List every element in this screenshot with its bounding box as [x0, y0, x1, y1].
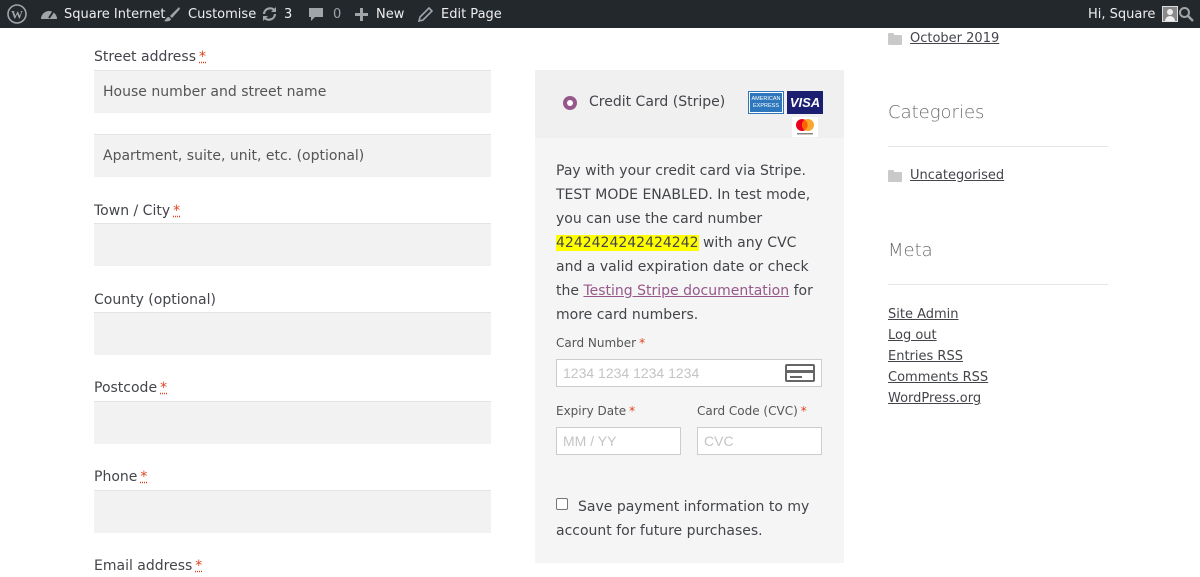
mastercard-icon	[792, 117, 818, 137]
brush-icon	[164, 7, 180, 22]
divider	[888, 284, 1108, 285]
new-label: New	[376, 6, 405, 22]
expiry-date-input[interactable]: MM / YY	[556, 427, 681, 455]
county-label: County (optional)	[94, 292, 216, 308]
visa-icon: VISA	[787, 91, 823, 114]
save-payment-label[interactable]: Save payment information to my account f…	[556, 495, 826, 543]
email-label: Email address *	[94, 558, 203, 574]
card-number-input[interactable]: 1234 1234 1234 1234	[556, 359, 822, 387]
expiry-date-label: Expiry Date *	[556, 404, 636, 418]
greeting-label: Hi, Square	[1088, 6, 1156, 22]
folder-icon	[888, 33, 902, 45]
county-input[interactable]	[94, 312, 491, 355]
pencil-icon	[418, 6, 433, 22]
edit-page-link[interactable]: Edit Page	[418, 0, 502, 28]
postcode-label: Postcode *	[94, 380, 168, 396]
phone-input[interactable]	[94, 490, 491, 533]
folder-icon	[888, 170, 902, 182]
updates-icon	[262, 7, 277, 21]
edit-page-label: Edit Page	[441, 6, 502, 22]
customise-label: Customise	[188, 6, 257, 22]
dashboard-icon	[41, 11, 57, 19]
meta-heading: Meta	[888, 240, 933, 261]
comment-icon	[309, 8, 323, 21]
card-number-label: Card Number *	[556, 336, 646, 350]
updates-link[interactable]: 3	[261, 0, 292, 28]
updates-count: 3	[284, 6, 293, 22]
test-card-number: 4242424242424242	[556, 235, 699, 251]
svg-text:W: W	[11, 8, 23, 22]
avatar	[1162, 6, 1179, 22]
postcode-input[interactable]	[94, 401, 491, 444]
site-admin-link[interactable]: Site Admin	[888, 307, 959, 322]
site-name-menu[interactable]: Square Internet	[40, 0, 166, 28]
categories-heading: Categories	[888, 102, 985, 123]
stripe-payment-option[interactable]: Credit Card (Stripe) AMERICAN EXPRESS VI…	[535, 70, 844, 138]
street-address-label: Street address *	[94, 49, 206, 65]
town-city-label: Town / City *	[94, 203, 181, 219]
new-content-menu[interactable]: New	[354, 0, 404, 28]
category-uncategorised-link[interactable]: Uncategorised	[910, 168, 1004, 183]
phone-label: Phone *	[94, 469, 148, 485]
cvc-label: Card Code (CVC) *	[697, 404, 807, 418]
wordpress-logo-icon[interactable]: W	[7, 0, 27, 28]
apartment-input[interactable]: Apartment, suite, unit, etc. (optional)	[94, 134, 491, 177]
entries-rss-link[interactable]: Entries RSS	[888, 349, 963, 364]
street-address-input[interactable]: House number and street name	[94, 70, 491, 113]
site-name-label: Square Internet	[64, 6, 166, 22]
search-icon[interactable]	[1178, 0, 1194, 28]
admin-bar: W Square Internet Customise 3 0 New Edit…	[0, 0, 1200, 28]
cvc-input[interactable]: CVC	[697, 427, 822, 455]
amex-icon: AMERICAN EXPRESS	[748, 91, 784, 114]
payment-method-title: Credit Card (Stripe)	[589, 94, 726, 110]
town-city-input[interactable]	[94, 223, 491, 266]
archive-october-2019-link[interactable]: October 2019	[910, 31, 999, 46]
log-out-link[interactable]: Log out	[888, 328, 937, 343]
my-account-menu[interactable]: Hi, Square	[1088, 0, 1179, 28]
plus-icon	[355, 7, 368, 21]
customise-link[interactable]: Customise	[163, 0, 256, 28]
comments-count: 0	[333, 6, 342, 22]
stripe-radio[interactable]	[563, 96, 577, 110]
payment-methods-box: Credit Card (Stripe) AMERICAN EXPRESS VI…	[535, 70, 844, 563]
comments-rss-link[interactable]: Comments RSS	[888, 370, 988, 385]
testing-stripe-docs-link[interactable]: Testing Stripe documentation	[583, 283, 789, 299]
comments-link[interactable]: 0	[308, 0, 341, 28]
payment-description: Pay with your credit card via Stripe. TE…	[556, 163, 813, 323]
credit-card-icon	[785, 364, 815, 382]
wordpress-org-link[interactable]: WordPress.org	[888, 391, 981, 406]
divider	[888, 146, 1108, 147]
